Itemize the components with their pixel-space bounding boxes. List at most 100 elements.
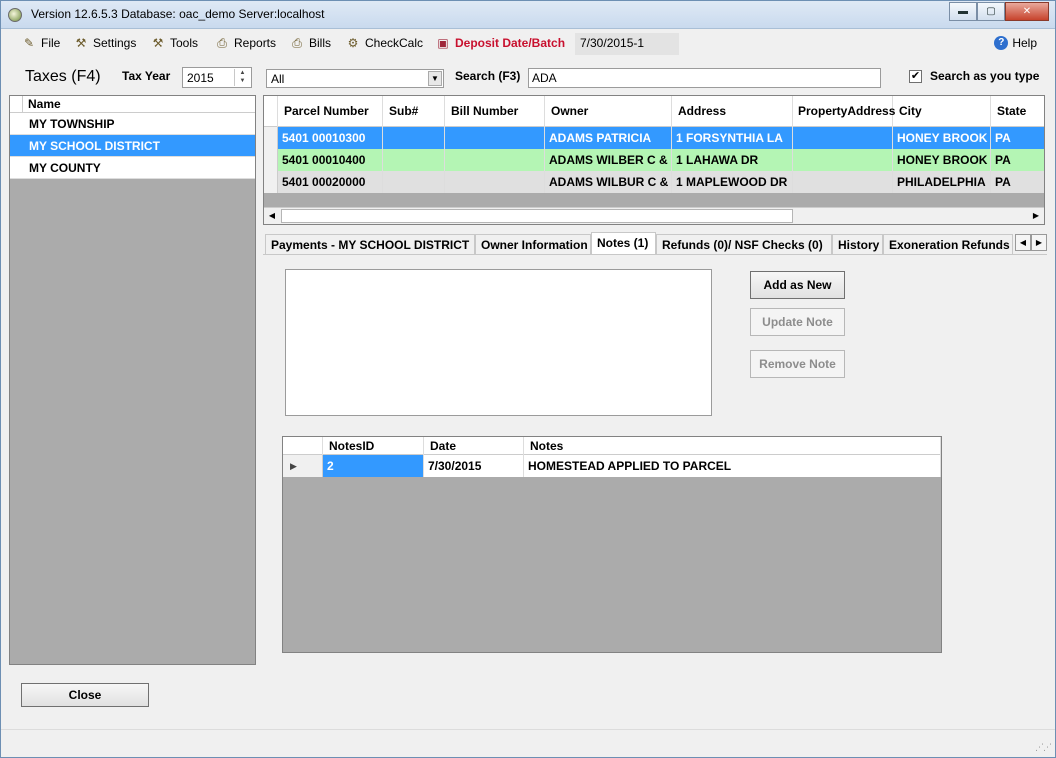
scrollbar-thumb[interactable] xyxy=(281,209,793,223)
note-date-cell[interactable]: 7/30/2015 xyxy=(424,455,524,477)
menu-help-label: Help xyxy=(1012,36,1037,50)
menu-bills[interactable]: ⎙ Bills xyxy=(289,36,331,50)
menu-checkcalc-label: CheckCalc xyxy=(365,36,424,50)
menu-bar: ✎ File ⚒ Settings ⚒ Tools ⎙ Reports ⎙ Bi… xyxy=(1,31,1055,57)
filter-select-value: All xyxy=(271,72,285,86)
checkcalc-icon: ⚙ xyxy=(347,36,359,50)
parcel-grid-header: Parcel Number Sub# Bill Number Owner Add… xyxy=(264,96,1044,127)
notes-id-cell[interactable]: 2 xyxy=(323,455,424,477)
resize-grip-icon[interactable]: ⋰⋰ xyxy=(1035,742,1052,753)
column-header-notes-id[interactable]: NotesID xyxy=(323,437,424,455)
district-grid-header: Name xyxy=(10,96,255,113)
row-header-corner xyxy=(283,437,323,455)
property-address-cell xyxy=(793,171,893,193)
tab-payments[interactable]: Payments - MY SCHOOL DISTRICT xyxy=(265,234,475,254)
tab-refunds-nsf[interactable]: Refunds (0)/ NSF Checks (0) xyxy=(656,234,832,254)
column-header-state[interactable]: State xyxy=(991,96,1044,127)
column-header-date[interactable]: Date xyxy=(424,437,524,455)
app-icon xyxy=(8,8,22,22)
city-cell: HONEY BROOK xyxy=(893,127,991,149)
update-note-button[interactable]: Update Note xyxy=(750,308,845,336)
maximize-button[interactable]: ▢ xyxy=(977,2,1005,21)
deposit-box-icon: ▣ xyxy=(437,36,449,50)
minimize-button[interactable]: ▬ xyxy=(949,2,977,21)
bill-number-cell xyxy=(445,127,545,149)
close-window-button[interactable]: ✕ xyxy=(1005,2,1049,21)
district-grid: Name MY TOWNSHIP MY SCHOOL DISTRICT MY C… xyxy=(9,95,256,665)
row-header xyxy=(264,171,278,193)
settings-wand-icon: ⚒ xyxy=(75,36,87,50)
tab-notes[interactable]: Notes (1) xyxy=(591,232,656,255)
chevron-down-icon[interactable]: ▼ xyxy=(428,71,442,86)
city-cell: PHILADELPHIA xyxy=(893,171,991,193)
search-label: Search (F3) xyxy=(455,69,521,83)
column-header-parcel-number[interactable]: Parcel Number xyxy=(278,96,383,127)
tax-year-label: Tax Year xyxy=(122,69,171,83)
search-input[interactable]: ADA xyxy=(528,68,881,88)
state-cell: PA xyxy=(991,149,1044,171)
district-name-column-header[interactable]: Name xyxy=(23,96,61,112)
district-row-selected[interactable]: MY SCHOOL DISTRICT xyxy=(10,135,255,157)
property-address-cell xyxy=(793,149,893,171)
column-header-owner[interactable]: Owner xyxy=(545,96,672,127)
owner-cell: ADAMS WILBER C & xyxy=(545,149,672,171)
menu-tools[interactable]: ⚒ Tools xyxy=(150,36,198,50)
column-header-address[interactable]: Address xyxy=(672,96,793,127)
column-header-bill-number[interactable]: Bill Number xyxy=(445,96,545,127)
menu-checkcalc[interactable]: ⚙ CheckCalc xyxy=(345,36,423,50)
parcel-row-selected[interactable]: 5401 00010300 ADAMS PATRICIA 1 FORSYNTHI… xyxy=(264,127,1044,149)
district-row[interactable]: MY COUNTY xyxy=(10,157,255,179)
address-cell: 1 MAPLEWOOD DR xyxy=(672,171,793,193)
menu-file-label: File xyxy=(41,36,61,50)
tab-scroll-left-icon[interactable]: ◀ xyxy=(1015,234,1031,251)
title-bar: Version 12.6.5.3 Database: oac_demo Serv… xyxy=(1,1,1055,29)
owner-cell: ADAMS WILBUR C & xyxy=(545,171,672,193)
search-as-you-type-checkbox[interactable]: ✔ xyxy=(909,69,922,83)
notes-grid: NotesID Date Notes ▶ 2 7/30/2015 HOMESTE… xyxy=(282,436,942,653)
notes-grid-header: NotesID Date Notes xyxy=(283,437,941,455)
parcel-row[interactable]: 5401 00020000 ADAMS WILBUR C & 1 MAPLEWO… xyxy=(264,171,1044,193)
tab-scroll-buttons: ◀ ▶ xyxy=(1015,234,1047,251)
scroll-right-arrow-icon[interactable]: ▶ xyxy=(1028,208,1044,224)
note-text-area[interactable] xyxy=(285,269,712,416)
tab-scroll-right-icon[interactable]: ▶ xyxy=(1031,234,1047,251)
status-bar: ⋰⋰ xyxy=(1,729,1055,757)
menu-reports[interactable]: ⎙ Reports xyxy=(214,36,276,50)
menu-deposit-label: Deposit Date/Batch xyxy=(455,36,566,50)
menu-deposit-date-batch[interactable]: ▣ Deposit Date/Batch xyxy=(435,36,565,50)
add-as-new-button[interactable]: Add as New xyxy=(750,271,845,299)
menu-settings-label: Settings xyxy=(93,36,137,50)
remove-note-button[interactable]: Remove Note xyxy=(750,350,845,378)
menu-settings[interactable]: ⚒ Settings xyxy=(73,36,137,50)
state-cell: PA xyxy=(991,127,1044,149)
note-text-cell[interactable]: HOMESTEAD APPLIED TO PARCEL xyxy=(524,455,941,477)
tax-year-down-arrow-icon[interactable]: ▼ xyxy=(235,77,250,85)
bills-icon: ⎙ xyxy=(292,36,302,50)
column-header-sub[interactable]: Sub# xyxy=(383,96,445,127)
district-row[interactable]: MY TOWNSHIP xyxy=(10,113,255,135)
menu-help[interactable]: ? Help xyxy=(994,36,1037,50)
tax-year-up-arrow-icon[interactable]: ▲ xyxy=(235,69,250,77)
column-header-notes[interactable]: Notes xyxy=(524,437,941,455)
parcel-number-cell: 5401 00020000 xyxy=(278,171,383,193)
search-as-you-type-option[interactable]: ✔ Search as you type xyxy=(909,69,1039,83)
menu-file[interactable]: ✎ File xyxy=(21,36,60,50)
page-title: Taxes (F4) xyxy=(25,68,101,85)
district-name-cell: MY SCHOOL DISTRICT xyxy=(29,139,160,153)
window-title: Version 12.6.5.3 Database: oac_demo Serv… xyxy=(31,7,325,21)
tab-exoneration-refunds[interactable]: Exoneration Refunds ( xyxy=(883,234,1013,254)
tab-owner-information[interactable]: Owner Information xyxy=(475,234,591,254)
tax-year-stepper[interactable]: 2015 ▲ ▼ xyxy=(182,67,252,88)
parcel-grid: Parcel Number Sub# Bill Number Owner Add… xyxy=(263,95,1045,225)
filter-select[interactable]: All ▼ xyxy=(266,69,444,88)
column-header-city[interactable]: City xyxy=(893,96,991,127)
close-button[interactable]: Close xyxy=(21,683,149,707)
parcel-grid-horizontal-scrollbar[interactable]: ◀ ▶ xyxy=(264,207,1044,224)
notes-row[interactable]: ▶ 2 7/30/2015 HOMESTEAD APPLIED TO PARCE… xyxy=(283,455,941,477)
district-name-cell: MY COUNTY xyxy=(29,161,101,175)
state-cell: PA xyxy=(991,171,1044,193)
column-header-property-address[interactable]: PropertyAddress xyxy=(793,96,895,127)
scroll-left-arrow-icon[interactable]: ◀ xyxy=(264,208,280,224)
parcel-row[interactable]: 5401 00010400 ADAMS WILBER C & 1 LAHAWA … xyxy=(264,149,1044,171)
tab-history[interactable]: History xyxy=(832,234,883,254)
